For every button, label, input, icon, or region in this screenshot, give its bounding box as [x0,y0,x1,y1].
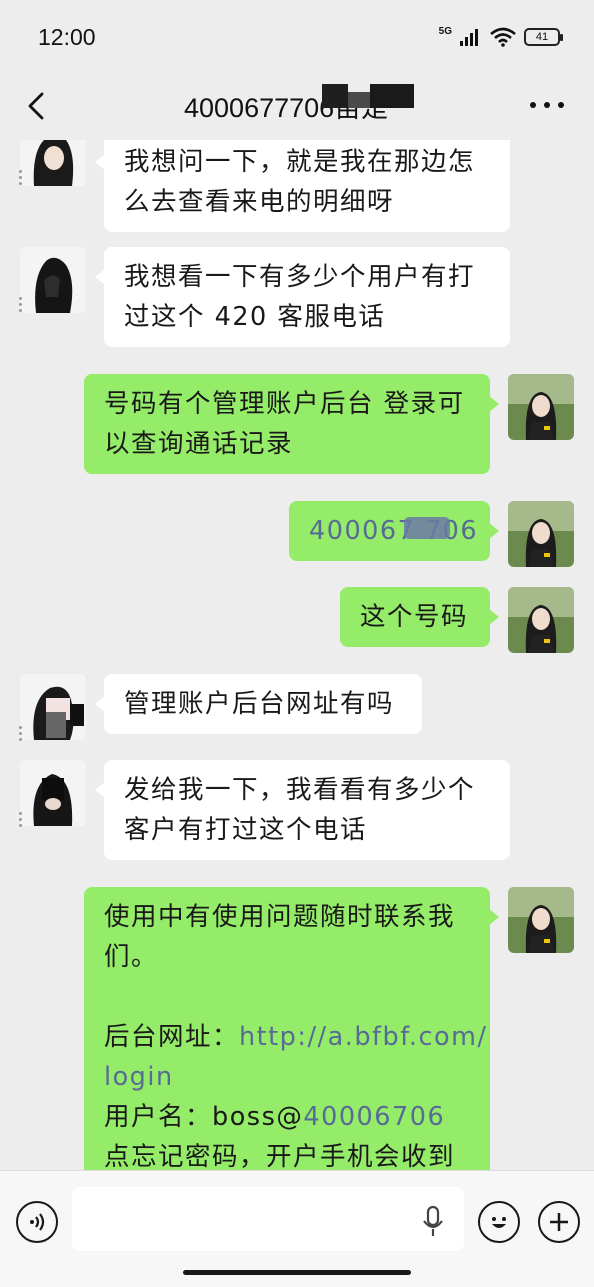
wifi-icon [490,27,516,47]
message-text: 过这个 420 客服电话 [124,302,386,332]
message-text: 我想问一下，就是我在那边怎 [124,147,476,177]
contact-avatar[interactable] [20,760,86,826]
avatar-indicator [19,297,23,315]
message-text: 以查询通话记录 [104,429,294,459]
contact-avatar[interactable] [20,674,86,740]
message-text: 后台网址： [104,1022,240,1052]
user-avatar[interactable] [508,374,574,440]
message-bubble-incoming[interactable]: 我想问一下，就是我在那边怎 么去查看来电的明细呀 [95,140,510,232]
message-text: 客户有打过这个电话 [124,815,368,845]
message-bubble-outgoing[interactable]: 400067 706 [289,501,499,561]
message-bubble-outgoing[interactable]: 号码有个管理账户后台 登录可 以查询通话记录 [84,374,499,474]
message-text: 点忘记密码，开户手机会收到 [104,1142,456,1170]
avatar-indicator [19,812,23,830]
title-redaction [322,84,414,110]
status-time: 12:00 [38,24,96,50]
user-avatar[interactable] [508,587,574,653]
message-text: 么去查看来电的明细呀 [124,187,395,217]
message-text: 用户名： [104,1102,213,1132]
emoji-icon[interactable] [478,1201,520,1243]
message-text: 这个号码 [360,602,469,632]
message-bubble-incoming[interactable]: 管理账户后台网址有吗 [95,674,422,734]
message-text: boss@ [212,1102,304,1132]
back-arrow-icon[interactable] [22,86,52,126]
message-list[interactable]: 我想问一下，就是我在那边怎 么去查看来电的明细呀 我想看一下有多少个用户有打 过… [0,140,594,1170]
message-input[interactable] [72,1187,464,1251]
message-bubble-outgoing[interactable]: 这个号码 [340,587,499,647]
message-text: 使用中有使用问题随时联系我 [104,902,456,932]
phone-number-link[interactable]: 40006 [303,1102,392,1132]
user-avatar[interactable] [508,501,574,567]
message-text: 发给我一下，我看看有多少个 [124,775,476,805]
voice-icon[interactable] [16,1201,58,1243]
more-dots-icon[interactable] [530,100,564,110]
contact-avatar[interactable] [20,247,86,313]
number-redaction [404,517,450,539]
home-indicator[interactable] [183,1270,411,1275]
message-text: 们。 [104,942,159,972]
microphone-icon[interactable] [422,1205,444,1239]
backend-url-link[interactable]: http://a.bfbf.com/ [239,1022,487,1052]
message-bubble-outgoing[interactable]: 使用中有使用问题随时联系我 们。 后台网址：http://a.bfbf.com/… [84,887,499,1170]
message-text: 号码有个管理账户后台 登录可 [104,389,465,419]
chat-header: 4000677706苗是 [0,72,594,140]
status-icons: 5G 41 [438,24,563,50]
signal-icon [460,29,478,46]
plus-icon[interactable] [538,1201,580,1243]
message-bubble-incoming[interactable]: 发给我一下，我看看有多少个 客户有打过这个电话 [95,760,510,860]
network-type: 5G [438,25,452,37]
message-text: 我想看一下有多少个用户有打 [124,262,476,292]
message-text [104,977,470,1017]
backend-url-link[interactable]: login [104,1057,470,1097]
phone-number-link[interactable]: 706 [392,1102,445,1132]
message-bubble-incoming[interactable]: 我想看一下有多少个用户有打 过这个 420 客服电话 [95,247,510,347]
status-bar: 12:00 5G 41 [0,0,594,72]
avatar-indicator [19,170,23,188]
battery-indicator: 41 [524,28,563,46]
user-avatar[interactable] [508,887,574,953]
contact-avatar[interactable] [20,140,86,186]
avatar-indicator [19,726,23,744]
message-text: 管理账户后台网址有吗 [124,689,395,719]
